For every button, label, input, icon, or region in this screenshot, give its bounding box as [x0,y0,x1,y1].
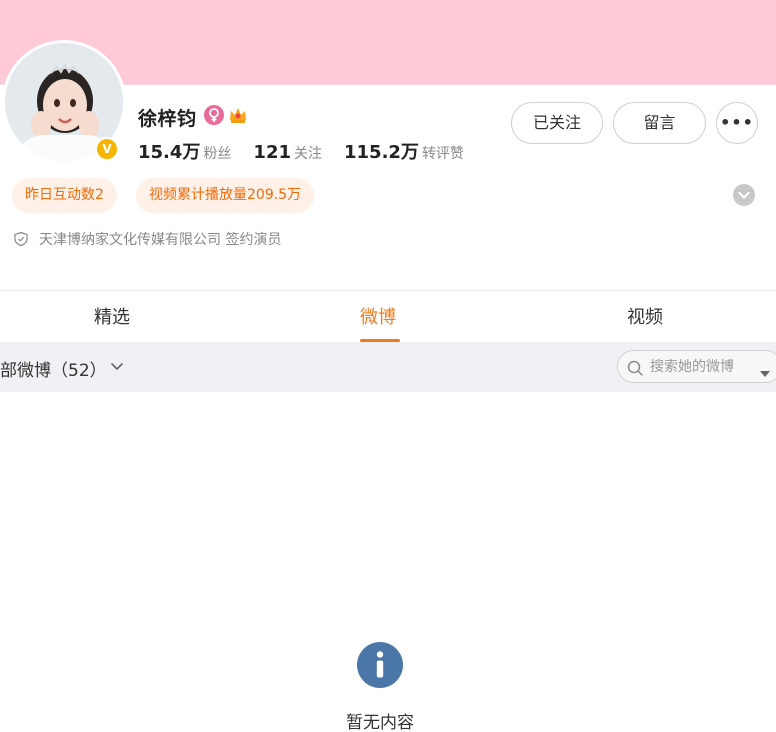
company-text: 天津博纳家文化传媒有限公司 签约演员 [39,232,282,248]
search-input[interactable] [650,356,748,378]
user-name: 徐梓钧 [138,108,197,130]
profile-stats: 15.4万 粉丝 121 关注 115.2万 转评赞 [138,138,486,164]
reposts-likes-label: 转评赞 [421,146,464,162]
followers-count[interactable]: 15.4万 [138,138,200,164]
daily-interactions-tag: 昨日互动数2 [12,178,117,213]
video-plays-tag: 视频累计播放量209.5万 [136,178,315,213]
expand-icon[interactable] [733,184,755,206]
company-info: 天津博纳家文化传媒有限公司 签约演员 [13,229,281,249]
info-icon [357,642,403,688]
tab-weibo[interactable]: 微博 [360,303,396,329]
tab-featured[interactable]: 精选 [94,303,130,329]
message-button[interactable]: 留言 [613,102,706,144]
shield-icon [13,231,29,247]
all-weibo-filter[interactable]: 部微博（52） [0,356,107,381]
following-button[interactable]: 已关注 [511,102,603,144]
female-icon [204,105,224,125]
chevron-down-icon[interactable] [110,358,124,372]
reposts-likes-count: 115.2万 [344,142,419,163]
search-icon [626,359,644,377]
content-tabs: 精选 微博 视频 [0,290,776,342]
filter-bar: 部微博（52） [0,342,776,392]
empty-state-text: 暂无内容 [346,713,414,732]
more-button[interactable]: ••• [716,102,758,144]
verified-icon: V [95,137,119,161]
following-count[interactable]: 121 [253,142,291,163]
tab-video[interactable]: 视频 [627,303,663,329]
crown-icon[interactable] [228,105,248,125]
following-label[interactable]: 关注 [294,143,322,163]
followers-label[interactable]: 粉丝 [203,143,231,163]
dropdown-caret-icon[interactable] [759,363,771,377]
search-box[interactable] [617,350,776,383]
